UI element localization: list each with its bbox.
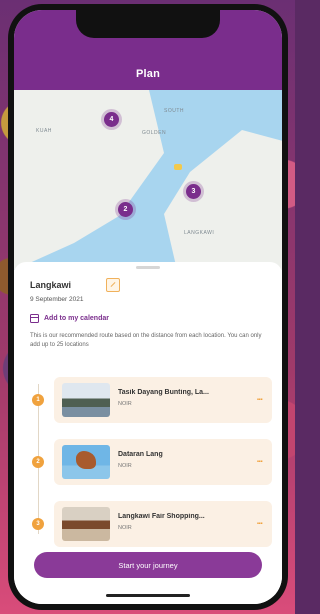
map-marker[interactable]: 4 (104, 112, 119, 127)
stop-card[interactable]: Dataran Lang NOIR ... (54, 439, 272, 485)
stop-thumbnail (62, 445, 110, 479)
stop-thumbnail (62, 383, 110, 417)
more-options-icon[interactable]: ... (257, 455, 263, 465)
map-label: KUAH (36, 128, 52, 134)
stop-subtitle: NOIR (118, 401, 132, 407)
stop-card[interactable]: Langkawi Fair Shopping... NOIR ... (54, 501, 272, 547)
sheet-grabber[interactable] (136, 266, 160, 269)
home-indicator (106, 594, 190, 597)
stop-subtitle: NOIR (118, 463, 132, 469)
route-description: This is our recommended route based on t… (30, 333, 262, 348)
edit-icon[interactable] (106, 278, 120, 292)
more-options-icon[interactable]: ... (257, 393, 263, 403)
map-label: SOUTH (164, 108, 184, 114)
stop-number-badge: 3 (32, 518, 44, 530)
app-screen: Plan KUAH GOLDEN SOUTH LANGKAWI 4 3 2 La… (14, 10, 282, 604)
map-land (14, 90, 164, 270)
stop-thumbnail (62, 507, 110, 541)
map-land (164, 130, 282, 270)
phone-notch (76, 10, 220, 38)
stop-subtitle: NOIR (118, 525, 132, 531)
calendar-icon (30, 314, 39, 323)
route-map[interactable]: KUAH GOLDEN SOUTH LANGKAWI 4 3 2 (14, 90, 282, 270)
stop-card[interactable]: Tasik Dayang Bunting, La... NOIR ... (54, 377, 272, 423)
add-to-calendar-button[interactable]: Add to my calendar (30, 314, 109, 323)
trip-date: 9 September 2021 (30, 296, 84, 303)
phone-frame: Plan KUAH GOLDEN SOUTH LANGKAWI 4 3 2 La… (8, 4, 288, 610)
itinerary-sheet: Langkawi 9 September 2021 Add to my cale… (14, 262, 282, 604)
page-title: Plan (135, 68, 161, 80)
stop-title: Langkawi Fair Shopping... (118, 513, 205, 520)
calendar-label: Add to my calendar (44, 315, 109, 322)
stop-number-badge: 1 (32, 394, 44, 406)
more-options-icon[interactable]: ... (257, 517, 263, 527)
trip-title: Langkawi (30, 280, 72, 290)
stop-number-badge: 2 (32, 456, 44, 468)
map-label: LANGKAWI (184, 230, 215, 236)
map-label: GOLDEN (142, 130, 167, 136)
start-journey-button[interactable]: Start your journey (34, 552, 262, 578)
map-marker[interactable]: 3 (186, 184, 201, 199)
map-marker[interactable]: 2 (118, 202, 133, 217)
map-road-marker (174, 164, 182, 170)
stop-title: Dataran Lang (118, 451, 163, 458)
stop-title: Tasik Dayang Bunting, La... (118, 389, 209, 396)
